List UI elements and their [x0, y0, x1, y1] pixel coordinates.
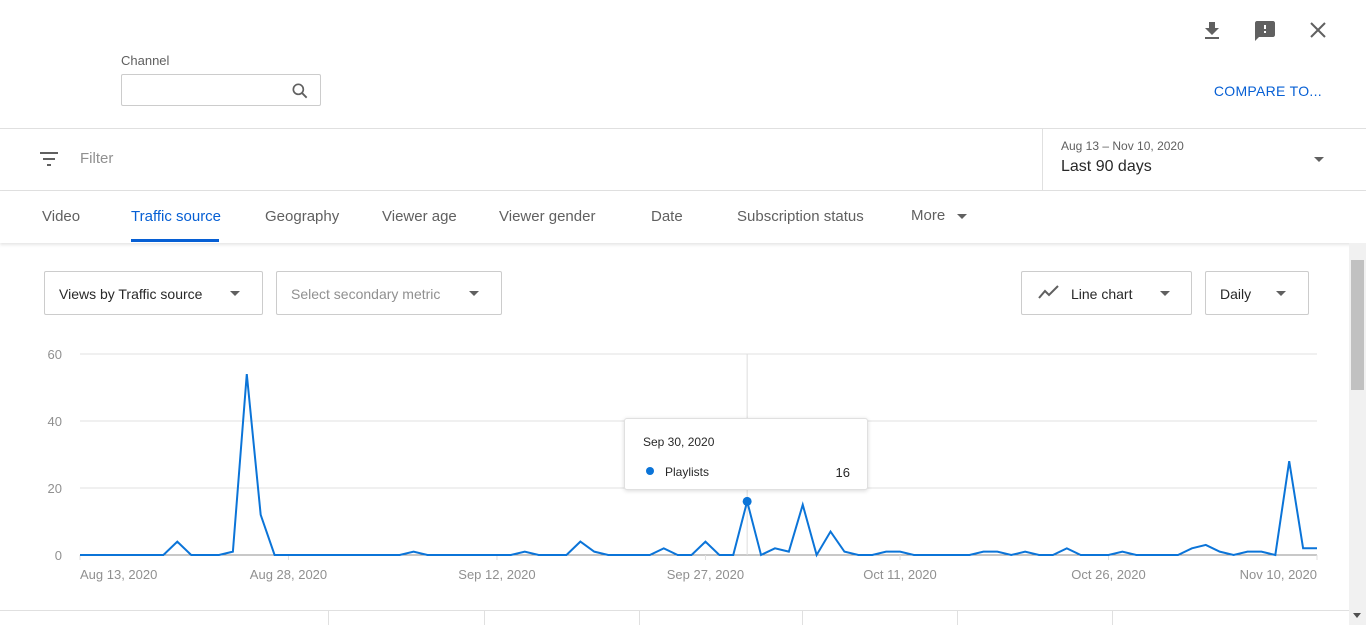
- tab-viewer-age[interactable]: Viewer age: [382, 208, 457, 225]
- chart-type-value: Line chart: [1071, 286, 1133, 302]
- x-tick-label: Oct 11, 2020: [863, 567, 936, 582]
- tab-geography[interactable]: Geography: [265, 208, 339, 225]
- chevron-down-icon: [469, 291, 479, 296]
- chevron-down-icon: [1314, 157, 1324, 162]
- date-range-text: Aug 13 – Nov 10, 2020: [1061, 139, 1184, 153]
- y-tick-label: 60: [48, 347, 62, 362]
- chevron-down-icon: [230, 291, 240, 296]
- secondary-metric-dropdown[interactable]: Select secondary metric: [276, 271, 502, 315]
- y-tick-label: 0: [55, 548, 62, 563]
- chart-tooltip: Sep 30, 2020 Playlists 16: [624, 418, 868, 490]
- metric-dropdown[interactable]: Views by Traffic source: [44, 271, 263, 315]
- x-tick-label: Aug 28, 2020: [250, 567, 327, 582]
- line-chart-icon: [1038, 285, 1059, 299]
- chevron-down-icon: [1160, 291, 1170, 296]
- column-divider: [639, 611, 640, 625]
- interval-dropdown[interactable]: Daily: [1205, 271, 1309, 315]
- column-divider: [328, 611, 329, 625]
- scrollbar[interactable]: [1349, 243, 1366, 625]
- filter-input[interactable]: Filter: [80, 150, 113, 167]
- chart-type-dropdown[interactable]: Line chart: [1021, 271, 1192, 315]
- active-tab-indicator: [131, 239, 219, 242]
- secondary-metric-placeholder: Select secondary metric: [291, 286, 441, 302]
- y-tick-label: 20: [48, 481, 62, 496]
- column-divider: [957, 611, 958, 625]
- compare-to-button[interactable]: COMPARE TO...: [1214, 83, 1322, 99]
- tab-date[interactable]: Date: [651, 208, 683, 225]
- tab-viewer-gender[interactable]: Viewer gender: [499, 208, 595, 225]
- tab-more-label: More: [911, 207, 946, 224]
- x-tick-label: Nov 10, 2020: [1240, 567, 1317, 582]
- search-icon[interactable]: [290, 81, 310, 101]
- highlighted-point: [742, 496, 752, 506]
- table-header-border: [0, 610, 1349, 611]
- tab-traffic-source[interactable]: Traffic source: [131, 208, 221, 225]
- tooltip-series: Playlists: [665, 465, 710, 479]
- channel-label: Channel: [121, 53, 170, 68]
- filter-icon[interactable]: [37, 147, 61, 171]
- tab-more[interactable]: More: [911, 207, 945, 224]
- series-dot-icon: [646, 467, 654, 475]
- chevron-down-icon: [957, 214, 967, 219]
- column-divider: [484, 611, 485, 625]
- metric-value: Views by Traffic source: [59, 286, 203, 302]
- download-icon[interactable]: [1200, 19, 1224, 43]
- scrollbar-thumb[interactable]: [1351, 260, 1364, 390]
- tab-subscription-status[interactable]: Subscription status: [737, 208, 864, 225]
- tab-video[interactable]: Video: [42, 208, 80, 225]
- tooltip-date: Sep 30, 2020: [643, 435, 715, 449]
- column-divider: [1112, 611, 1113, 625]
- channel-search-input[interactable]: [121, 74, 321, 106]
- date-period: Last 90 days: [1061, 158, 1152, 175]
- scroll-down-arrow-icon[interactable]: [1353, 613, 1361, 618]
- x-tick-label: Sep 27, 2020: [667, 567, 744, 582]
- feedback-icon[interactable]: [1253, 19, 1277, 43]
- y-tick-label: 40: [48, 414, 62, 429]
- x-tick-label: Oct 26, 2020: [1071, 567, 1145, 582]
- x-tick-label: Aug 13, 2020: [80, 567, 157, 582]
- chevron-down-icon: [1276, 291, 1286, 296]
- column-divider: [802, 611, 803, 625]
- date-range-selector[interactable]: Aug 13 – Nov 10, 2020 Last 90 days: [1042, 129, 1366, 190]
- interval-value: Daily: [1220, 286, 1252, 302]
- x-tick-label: Sep 12, 2020: [458, 567, 535, 582]
- tooltip-value: 16: [835, 465, 850, 480]
- close-icon[interactable]: [1306, 18, 1330, 42]
- dimension-tabs: Video Traffic source Geography Viewer ag…: [0, 191, 1366, 243]
